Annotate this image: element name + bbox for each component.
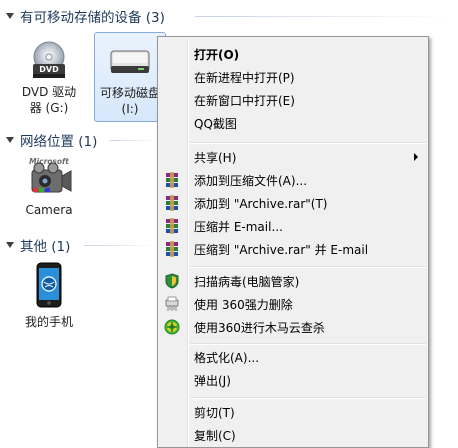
menu-item-force-delete[interactable]: 使用 360强力删除 <box>160 293 426 315</box>
phone-item[interactable]: 我的手机 <box>18 262 80 332</box>
collapse-arrow-icon[interactable] <box>6 13 14 19</box>
group-header-other[interactable]: 其他 (1) <box>6 235 70 255</box>
dvd-drive-label-line2: 器 (G:) <box>29 101 69 115</box>
winrar-icon <box>166 172 178 188</box>
group-header-removable[interactable]: 有可移动存储的设备 (3) <box>6 6 165 26</box>
menu-item-label: 打开(O) <box>194 48 240 62</box>
menu-item-cut[interactable]: 剪切(T) <box>160 401 426 423</box>
removable-disk-item[interactable]: 可移动磁盘 (I:) <box>94 32 166 122</box>
group-divider <box>84 245 156 246</box>
menu-item-open-new-process[interactable]: 在新进程中打开(P) <box>160 66 426 88</box>
dvd-badge-text: DVD <box>39 65 59 74</box>
menu-item-label: 压缩并 E-mail... <box>194 220 283 234</box>
menu-item-label: 复制(C) <box>194 429 236 443</box>
menu-item-format[interactable]: 格式化(A)... <box>160 346 426 368</box>
camera-icon: Microsoft <box>29 157 72 193</box>
menu-item-label: 扫描病毒(电脑管家) <box>194 275 300 289</box>
menu-separator <box>190 142 426 144</box>
menu-item-compress-email[interactable]: 压缩并 E-mail... <box>160 215 426 237</box>
menu-item-label: 添加到压缩文件(A)... <box>194 174 308 188</box>
menu-item-open[interactable]: 打开(O) <box>160 43 426 65</box>
winrar-icon <box>166 195 178 211</box>
dvd-drive-icon: DVD <box>33 41 65 78</box>
menu-item-label: 在新进程中打开(P) <box>194 71 295 85</box>
removable-disk-label-line1: 可移动磁盘 <box>99 86 160 100</box>
dvd-drive-item[interactable]: DVD DVD 驱动 器 (G:) <box>12 34 86 120</box>
group-title: 网络位置 (1) <box>20 134 98 150</box>
phone-icon <box>36 262 62 308</box>
menu-item-compress-rar-email[interactable]: 压缩到 "Archive.rar" 并 E-mail <box>160 238 426 260</box>
menu-item-add-to-archive-rar[interactable]: 添加到 "Archive.rar"(T) <box>160 192 426 214</box>
menu-item-scan-virus[interactable]: 扫描病毒(电脑管家) <box>160 270 426 292</box>
menu-item-label: 使用360进行木马云查杀 <box>194 321 325 335</box>
shredder-icon <box>165 296 179 311</box>
camera-item[interactable]: Microsoft Camera <box>16 156 82 226</box>
collapse-arrow-icon[interactable] <box>6 137 14 143</box>
menu-item-label: 在新窗口中打开(E) <box>194 94 295 108</box>
group-header-network[interactable]: 网络位置 (1) <box>6 130 97 150</box>
menu-item-label: 添加到 "Archive.rar"(T) <box>194 197 328 211</box>
camera-label: Camera <box>25 203 73 217</box>
menu-item-trojan-scan[interactable]: 使用360进行木马云查杀 <box>160 316 426 338</box>
menu-item-share[interactable]: 共享(H) <box>160 146 426 168</box>
group-title: 有可移动存储的设备 (3) <box>20 10 165 26</box>
menu-item-label: 共享(H) <box>194 151 237 165</box>
phone-label: 我的手机 <box>24 315 73 329</box>
menu-item-label: QQ截图 <box>194 117 237 131</box>
collapse-arrow-icon[interactable] <box>6 242 14 248</box>
group-title: 其他 (1) <box>20 239 71 255</box>
removable-disk-icon <box>110 50 150 73</box>
winrar-icon <box>166 218 178 234</box>
context-menu: 打开(O) 在新进程中打开(P) 在新窗口中打开(E) QQ截图 共享(H) 添… <box>157 36 429 448</box>
menu-item-add-to-archive[interactable]: 添加到压缩文件(A)... <box>160 169 426 191</box>
menu-item-qq-screenshot[interactable]: QQ截图 <box>160 112 426 134</box>
group-divider <box>195 16 455 17</box>
menu-item-label: 格式化(A)... <box>194 351 260 365</box>
menu-item-label: 使用 360强力删除 <box>194 298 293 312</box>
shield-icon <box>165 273 179 289</box>
menu-item-label: 压缩到 "Archive.rar" 并 E-mail <box>194 243 369 257</box>
menu-item-open-new-window[interactable]: 在新窗口中打开(E) <box>160 89 426 111</box>
winrar-icon <box>166 241 178 257</box>
menu-item-copy[interactable]: 复制(C) <box>160 424 426 446</box>
menu-separator <box>190 397 426 399</box>
menu-item-label: 弹出(J) <box>194 374 231 388</box>
360-security-icon <box>164 319 180 335</box>
menu-item-label: 剪切(T) <box>194 406 235 420</box>
group-divider <box>110 140 156 141</box>
menu-item-eject[interactable]: 弹出(J) <box>160 369 426 391</box>
dvd-drive-label-line1: DVD 驱动 <box>21 85 77 99</box>
removable-disk-label-line2: (I:) <box>121 102 139 116</box>
menu-separator <box>190 343 426 345</box>
submenu-arrow-icon <box>414 153 418 161</box>
menu-separator <box>190 266 426 268</box>
